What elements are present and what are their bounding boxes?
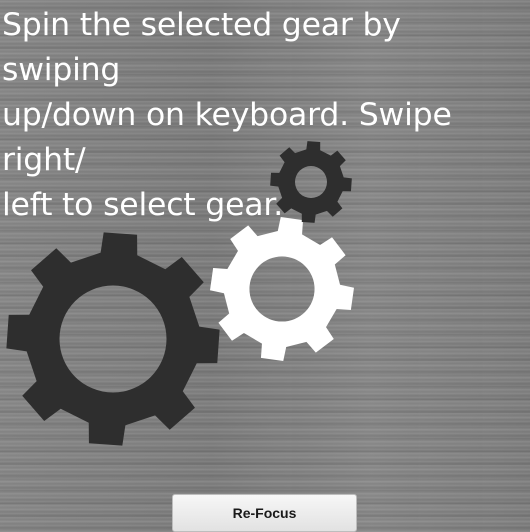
selected-gear-shape: [209, 216, 355, 362]
selected-gear[interactable]: [209, 216, 355, 362]
small-gear[interactable]: [269, 140, 353, 224]
instruction-line-1: Spin the selected gear by swiping: [2, 7, 401, 88]
instruction-line-2: up/down on keyboard. Swipe right/: [2, 97, 452, 178]
large-gear-shape: [6, 232, 220, 446]
small-gear-shape: [270, 141, 352, 223]
instruction-text: Spin the selected gear by swiping up/dow…: [2, 0, 528, 228]
large-gear[interactable]: [4, 230, 222, 448]
re-focus-button[interactable]: Re-Focus: [172, 494, 357, 532]
